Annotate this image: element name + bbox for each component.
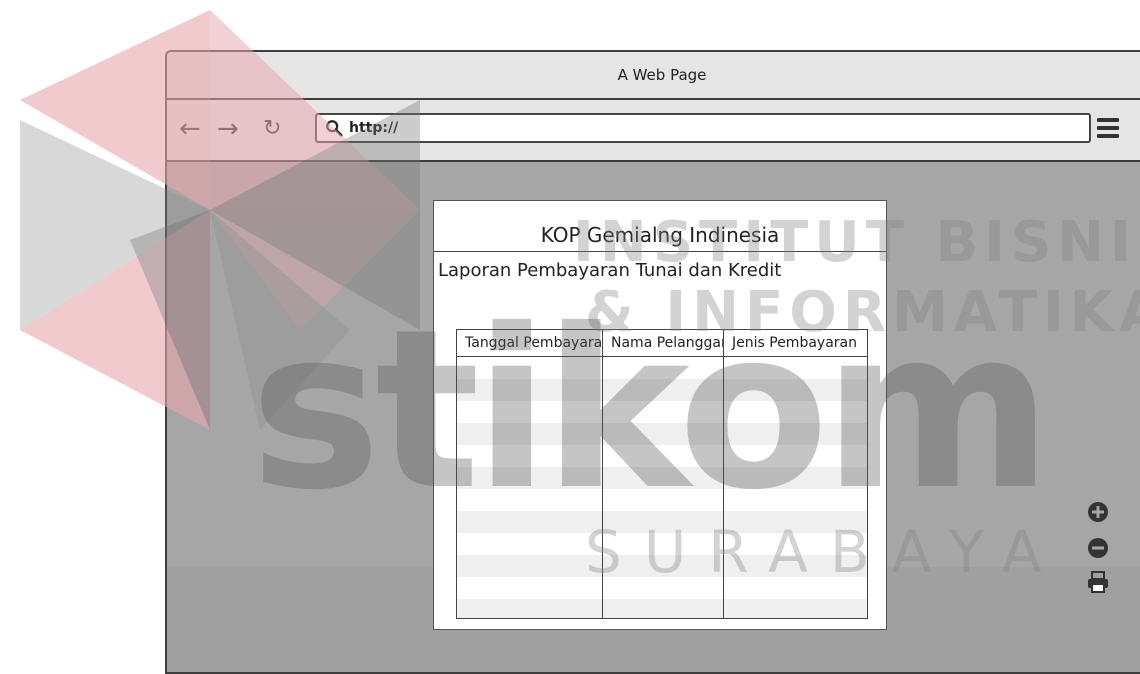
table-cell	[457, 511, 603, 533]
table-row	[457, 445, 867, 467]
url-bar[interactable]	[315, 113, 1091, 143]
table-cell	[457, 599, 603, 618]
back-arrow-icon[interactable]: ←	[179, 114, 201, 144]
table-header: Tanggal Pembayaran Nama Pelanggan Jenis …	[457, 330, 867, 357]
table-cell	[457, 533, 603, 555]
table-cell	[603, 379, 724, 401]
window-title: A Web Page	[617, 66, 707, 84]
table-cell	[457, 489, 603, 511]
table-cell	[457, 577, 603, 599]
table-row	[457, 533, 867, 555]
table-row	[457, 467, 867, 489]
table-cell	[603, 577, 724, 599]
table-cell	[457, 357, 603, 379]
table-row	[457, 489, 867, 511]
search-icon	[326, 120, 343, 137]
table-cell	[724, 401, 865, 423]
reload-icon[interactable]: ↻	[263, 114, 281, 144]
table-cell	[457, 401, 603, 423]
table-cell	[457, 445, 603, 467]
table-row	[457, 577, 867, 599]
table-row	[457, 379, 867, 401]
table-cell	[724, 489, 865, 511]
table-cell	[603, 357, 724, 379]
table-cell	[457, 467, 603, 489]
browser-window: A Web Page ← → ↻ KOP Gemialng Indinesia …	[165, 50, 1140, 674]
table-cell	[603, 445, 724, 467]
table-cell	[724, 599, 865, 618]
table-cell	[603, 555, 724, 577]
table-cell	[724, 445, 865, 467]
table-row	[457, 357, 867, 379]
table-cell	[603, 599, 724, 618]
page-content-area: KOP Gemialng Indinesia Laporan Pembayara…	[167, 162, 1140, 672]
zoom-in-icon[interactable]	[1086, 500, 1110, 524]
column-header-customer: Nama Pelanggan	[603, 330, 724, 356]
table-cell	[724, 357, 865, 379]
hamburger-menu-icon[interactable]	[1097, 118, 1119, 140]
print-icon[interactable]	[1086, 570, 1110, 594]
report-letterhead: KOP Gemialng Indinesia	[540, 223, 780, 247]
url-input[interactable]	[349, 120, 1049, 136]
report-page: KOP Gemialng Indinesia Laporan Pembayara…	[433, 200, 887, 630]
window-titlebar: A Web Page	[167, 52, 1140, 100]
table-row	[457, 555, 867, 577]
forward-arrow-icon[interactable]: →	[217, 114, 239, 144]
column-header-date: Tanggal Pembayaran	[457, 330, 603, 356]
table-cell	[603, 511, 724, 533]
table-row	[457, 423, 867, 445]
table-row	[457, 511, 867, 533]
table-cell	[603, 423, 724, 445]
table-cell	[457, 423, 603, 445]
table-cell	[603, 533, 724, 555]
table-cell	[724, 379, 865, 401]
table-cell	[724, 555, 865, 577]
table-row	[457, 599, 867, 618]
table-cell	[724, 423, 865, 445]
browser-toolbar: ← → ↻	[167, 100, 1140, 162]
table-body	[457, 357, 867, 618]
table-cell	[724, 533, 865, 555]
table-cell	[724, 511, 865, 533]
column-header-payment-type: Jenis Pembayaran	[732, 335, 857, 351]
letterhead-divider	[434, 251, 886, 252]
zoom-out-icon[interactable]	[1086, 536, 1110, 560]
table-cell	[603, 401, 724, 423]
report-table: Tanggal Pembayaran Nama Pelanggan Jenis …	[456, 329, 868, 619]
table-cell	[603, 467, 724, 489]
table-cell	[603, 489, 724, 511]
table-row	[457, 401, 867, 423]
report-title: Laporan Pembayaran Tunai dan Kredit	[438, 260, 782, 281]
table-cell	[457, 379, 603, 401]
table-cell	[457, 555, 603, 577]
table-cell	[724, 577, 865, 599]
table-cell	[724, 467, 865, 489]
